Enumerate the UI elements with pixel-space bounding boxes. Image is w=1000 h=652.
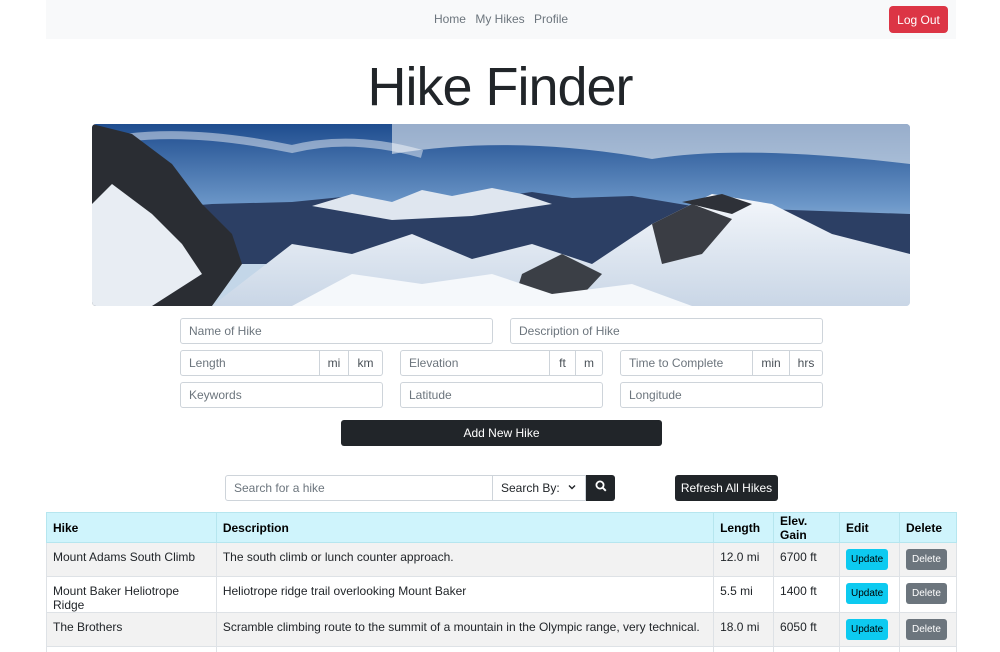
page-title: Hike Finder xyxy=(367,57,633,117)
latitude-input[interactable]: Latitude xyxy=(400,382,603,408)
length-unit-mi[interactable]: mi xyxy=(319,350,349,376)
elevation-unit-ft[interactable]: ft xyxy=(549,350,576,376)
column-header-length: Length xyxy=(713,512,775,543)
update-button[interactable]: Update xyxy=(846,583,889,604)
edit-cell: Update xyxy=(839,576,900,613)
time-unit-min[interactable]: min xyxy=(752,350,790,376)
update-button[interactable]: Update xyxy=(846,549,889,570)
nav-profile-link[interactable]: Profile xyxy=(534,12,568,26)
hike-elev-cell xyxy=(773,646,840,652)
search-by-label: Search By: xyxy=(501,481,560,495)
delete-cell: Delete xyxy=(898,646,958,652)
edit-cell: Update xyxy=(839,612,900,647)
hike-elev-cell: 6700 ft xyxy=(773,542,840,577)
search-button[interactable] xyxy=(586,475,615,501)
table-row: Update Delete xyxy=(46,646,958,652)
add-new-hike-button[interactable]: Add New Hike xyxy=(341,420,662,446)
refresh-all-hikes-button[interactable]: Refresh All Hikes xyxy=(675,475,778,501)
table-row: The Brothers Scramble climbing route to … xyxy=(46,612,958,647)
delete-cell: Delete xyxy=(898,576,958,613)
column-header-delete: Delete xyxy=(898,512,958,543)
delete-button[interactable]: Delete xyxy=(905,619,947,640)
hike-description-cell xyxy=(215,646,715,652)
column-header-description: Description xyxy=(215,512,715,543)
length-unit-km[interactable]: km xyxy=(348,350,383,376)
table-header-row: Hike Description Length Elev. Gain Edit … xyxy=(46,512,958,543)
column-header-edit: Edit xyxy=(839,512,900,543)
hike-description-cell: The south climb or lunch counter approac… xyxy=(215,542,715,577)
update-button[interactable]: Update xyxy=(846,619,889,640)
delete-button[interactable]: Delete xyxy=(905,549,947,570)
longitude-input[interactable]: Longitude xyxy=(620,382,823,408)
hike-description-input[interactable]: Description of Hike xyxy=(510,318,823,344)
edit-cell: Update xyxy=(839,646,900,652)
top-navbar: Home My Hikes Profile Log Out xyxy=(46,0,956,39)
delete-cell: Delete xyxy=(898,612,958,647)
elevation-input[interactable]: Elevation xyxy=(400,350,550,376)
nav-home-link[interactable]: Home xyxy=(434,12,466,26)
column-header-elev-gain: Elev. Gain xyxy=(773,512,840,543)
nav-links: Home My Hikes Profile xyxy=(46,12,956,26)
hike-description-cell: Scramble climbing route to the summit of… xyxy=(215,612,715,647)
mountain-banner-image xyxy=(92,124,910,306)
logout-button[interactable]: Log Out xyxy=(889,6,948,33)
hike-length-cell: 12.0 mi xyxy=(713,542,775,577)
table-row: Mount Adams South Climb The south climb … xyxy=(46,542,958,577)
column-header-hike: Hike xyxy=(46,512,217,543)
hike-description-cell: Heliotrope ridge trail overlooking Mount… xyxy=(215,576,715,613)
time-unit-hrs[interactable]: hrs xyxy=(789,350,823,376)
delete-button[interactable]: Delete xyxy=(905,583,947,604)
chevron-down-icon xyxy=(567,481,577,495)
hike-name-cell: The Brothers xyxy=(46,612,217,647)
hike-elev-cell: 1400 ft xyxy=(773,576,840,613)
keywords-input[interactable]: Keywords xyxy=(180,382,383,408)
hike-elev-cell: 6050 ft xyxy=(773,612,840,647)
hike-name-input[interactable]: Name of Hike xyxy=(180,318,493,344)
time-input[interactable]: Time to Complete xyxy=(620,350,753,376)
hike-length-cell xyxy=(713,646,775,652)
edit-cell: Update xyxy=(839,542,900,577)
hike-length-cell: 18.0 mi xyxy=(713,612,775,647)
hike-name-cell xyxy=(46,646,217,652)
search-by-select[interactable]: Search By: xyxy=(492,475,586,501)
hike-length-cell: 5.5 mi xyxy=(713,576,775,613)
delete-cell: Delete xyxy=(898,542,958,577)
nav-my-hikes-link[interactable]: My Hikes xyxy=(475,12,524,26)
search-input[interactable]: Search for a hike xyxy=(225,475,493,501)
hikes-table: Hike Description Length Elev. Gain Edit … xyxy=(46,512,958,652)
search-icon xyxy=(595,479,607,497)
hike-name-cell: Mount Baker Heliotrope Ridge xyxy=(46,576,217,613)
length-input[interactable]: Length xyxy=(180,350,320,376)
table-row: Mount Baker Heliotrope Ridge Heliotrope … xyxy=(46,576,958,613)
elevation-unit-m[interactable]: m xyxy=(575,350,603,376)
hike-name-cell: Mount Adams South Climb xyxy=(46,542,217,577)
